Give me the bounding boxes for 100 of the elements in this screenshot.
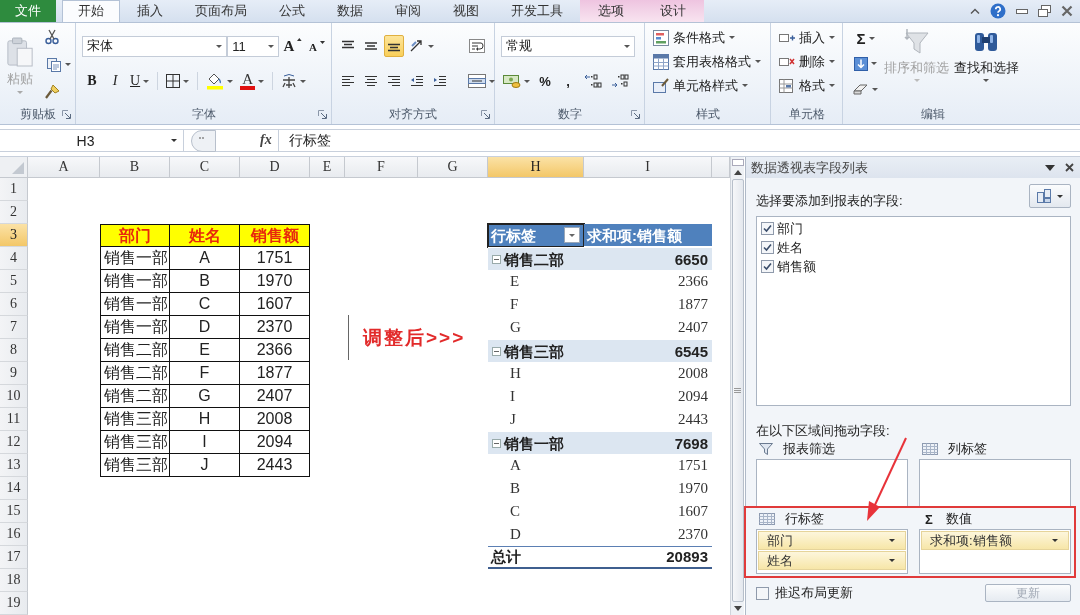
row-header[interactable]: 19 bbox=[0, 592, 28, 615]
align-right-icon[interactable] bbox=[387, 75, 401, 87]
number-format-combo[interactable]: 常规 bbox=[501, 35, 635, 57]
area-field-item[interactable]: 求和项:销售额 bbox=[921, 531, 1069, 550]
wrap-text-icon[interactable] bbox=[469, 39, 485, 53]
drop-area[interactable]: 求和项:销售额 bbox=[919, 529, 1071, 574]
area-field-item[interactable]: 部门 bbox=[758, 531, 906, 550]
align-bottom-button[interactable] bbox=[384, 35, 404, 57]
ribbon-tab[interactable]: 插入 bbox=[122, 0, 178, 22]
column-header[interactable]: C bbox=[170, 157, 240, 178]
restore-icon[interactable] bbox=[1038, 5, 1051, 17]
grow-font-button[interactable]: A bbox=[281, 35, 304, 57]
checkbox[interactable] bbox=[761, 241, 774, 254]
checkbox-label[interactable]: 推迟布局更新 bbox=[775, 584, 853, 602]
dialog-launcher-icon[interactable] bbox=[62, 109, 71, 119]
ribbon-tab[interactable]: 设计 bbox=[642, 0, 704, 22]
drop-area[interactable] bbox=[919, 459, 1071, 507]
underline-button[interactable]: U bbox=[128, 70, 152, 92]
dialog-launcher-icon[interactable] bbox=[318, 109, 327, 119]
dialog-launcher-icon[interactable] bbox=[631, 109, 640, 119]
collapse-icon[interactable] bbox=[492, 346, 501, 356]
checkbox[interactable] bbox=[756, 586, 769, 600]
decrease-decimal-icon[interactable] bbox=[611, 74, 629, 88]
dropdown-icon[interactable] bbox=[1045, 164, 1055, 171]
close-icon[interactable] bbox=[1061, 5, 1073, 17]
field-label[interactable]: 姓名 bbox=[777, 238, 803, 257]
ribbon-tab[interactable]: 视图 bbox=[438, 0, 494, 22]
collapse-icon[interactable] bbox=[492, 254, 501, 264]
row-header[interactable]: 8 bbox=[0, 339, 28, 362]
insert-function-button[interactable]: fx bbox=[260, 130, 278, 151]
drop-area[interactable]: 部门 姓名 bbox=[756, 529, 908, 574]
row-header[interactable]: 11 bbox=[0, 408, 28, 431]
increase-indent-icon[interactable] bbox=[433, 75, 447, 87]
column-header[interactable]: F bbox=[345, 157, 418, 178]
italic-button[interactable]: I bbox=[105, 70, 125, 92]
command-button[interactable]: 条件格式 bbox=[651, 26, 766, 49]
row-header[interactable]: 13 bbox=[0, 454, 28, 477]
row-header[interactable]: 18 bbox=[0, 569, 28, 592]
ribbon-tab[interactable]: 开发工具 bbox=[496, 0, 578, 22]
close-icon[interactable] bbox=[1065, 163, 1074, 172]
collapse-icon[interactable] bbox=[492, 438, 501, 448]
row-header[interactable]: 15 bbox=[0, 500, 28, 523]
row-header[interactable]: 2 bbox=[0, 201, 28, 224]
font-color-button[interactable]: A bbox=[238, 70, 266, 92]
row-header[interactable]: 7 bbox=[0, 316, 28, 339]
decrease-indent-icon[interactable] bbox=[410, 75, 424, 87]
shrink-font-button[interactable]: A bbox=[307, 35, 327, 57]
row-header[interactable]: 3 bbox=[0, 224, 28, 247]
grip-icon[interactable] bbox=[188, 130, 216, 152]
find-select-button[interactable]: 查找和选择 bbox=[953, 27, 1019, 104]
row-header[interactable]: 1 bbox=[0, 178, 28, 201]
ribbon-tab[interactable]: 数据 bbox=[322, 0, 378, 22]
align-left-icon[interactable] bbox=[341, 75, 355, 87]
command-button[interactable]: 单元格样式 bbox=[651, 74, 766, 97]
command-button[interactable]: 套用表格格式 bbox=[651, 50, 766, 73]
column-header[interactable]: E bbox=[310, 157, 345, 178]
font-name-combo[interactable]: 宋体 bbox=[82, 35, 228, 57]
scroll-up-icon[interactable] bbox=[733, 170, 742, 175]
row-header[interactable]: 5 bbox=[0, 270, 28, 293]
collapse-ribbon-icon[interactable] bbox=[970, 8, 980, 14]
increase-decimal-icon[interactable] bbox=[584, 74, 602, 88]
autosum-button[interactable]: Σ bbox=[851, 27, 880, 49]
checkbox[interactable] bbox=[761, 260, 774, 273]
filter-dropdown-button[interactable] bbox=[564, 227, 580, 243]
column-header[interactable]: H bbox=[488, 157, 584, 178]
dialog-launcher-icon[interactable] bbox=[481, 109, 490, 119]
align-center-icon[interactable] bbox=[364, 75, 378, 87]
area-field-item[interactable]: 姓名 bbox=[758, 551, 906, 570]
name-box[interactable]: H3 bbox=[0, 130, 184, 151]
row-header[interactable]: 12 bbox=[0, 431, 28, 454]
column-header[interactable]: A bbox=[28, 157, 100, 178]
row-header[interactable]: 14 bbox=[0, 477, 28, 500]
row-header[interactable]: 16 bbox=[0, 523, 28, 546]
scroll-down-icon[interactable] bbox=[733, 606, 742, 611]
percent-button[interactable]: % bbox=[535, 70, 555, 92]
drop-area[interactable] bbox=[756, 459, 908, 507]
column-header[interactable]: I bbox=[584, 157, 712, 178]
command-button[interactable]: 删除 bbox=[777, 50, 838, 73]
ribbon-tab[interactable]: 文件 bbox=[0, 0, 56, 22]
row-header[interactable]: 4 bbox=[0, 247, 28, 270]
ribbon-tab[interactable]: 页面布局 bbox=[180, 0, 262, 22]
scissors-icon[interactable] bbox=[44, 29, 60, 45]
help-icon[interactable] bbox=[990, 3, 1006, 19]
ribbon-tab[interactable]: 选项 bbox=[580, 0, 642, 22]
column-header[interactable]: B bbox=[100, 157, 170, 178]
font-size-combo[interactable]: 11 bbox=[227, 35, 279, 57]
formula-input[interactable]: 行标签 bbox=[277, 130, 1080, 151]
column-header[interactable]: D bbox=[240, 157, 310, 178]
checkbox[interactable] bbox=[761, 222, 774, 235]
ribbon-tab[interactable]: 公式 bbox=[264, 0, 320, 22]
row-header[interactable]: 9 bbox=[0, 362, 28, 385]
bold-button[interactable]: B bbox=[82, 70, 102, 92]
row-header[interactable]: 10 bbox=[0, 385, 28, 408]
command-button[interactable]: 插入 bbox=[777, 26, 838, 49]
column-header[interactable]: G bbox=[418, 157, 488, 178]
ribbon-tab[interactable]: 开始 bbox=[62, 0, 120, 22]
row-header[interactable]: 6 bbox=[0, 293, 28, 316]
command-button[interactable]: 格式 bbox=[777, 74, 838, 97]
layout-button[interactable] bbox=[1029, 184, 1071, 208]
field-label[interactable]: 部门 bbox=[777, 219, 803, 238]
